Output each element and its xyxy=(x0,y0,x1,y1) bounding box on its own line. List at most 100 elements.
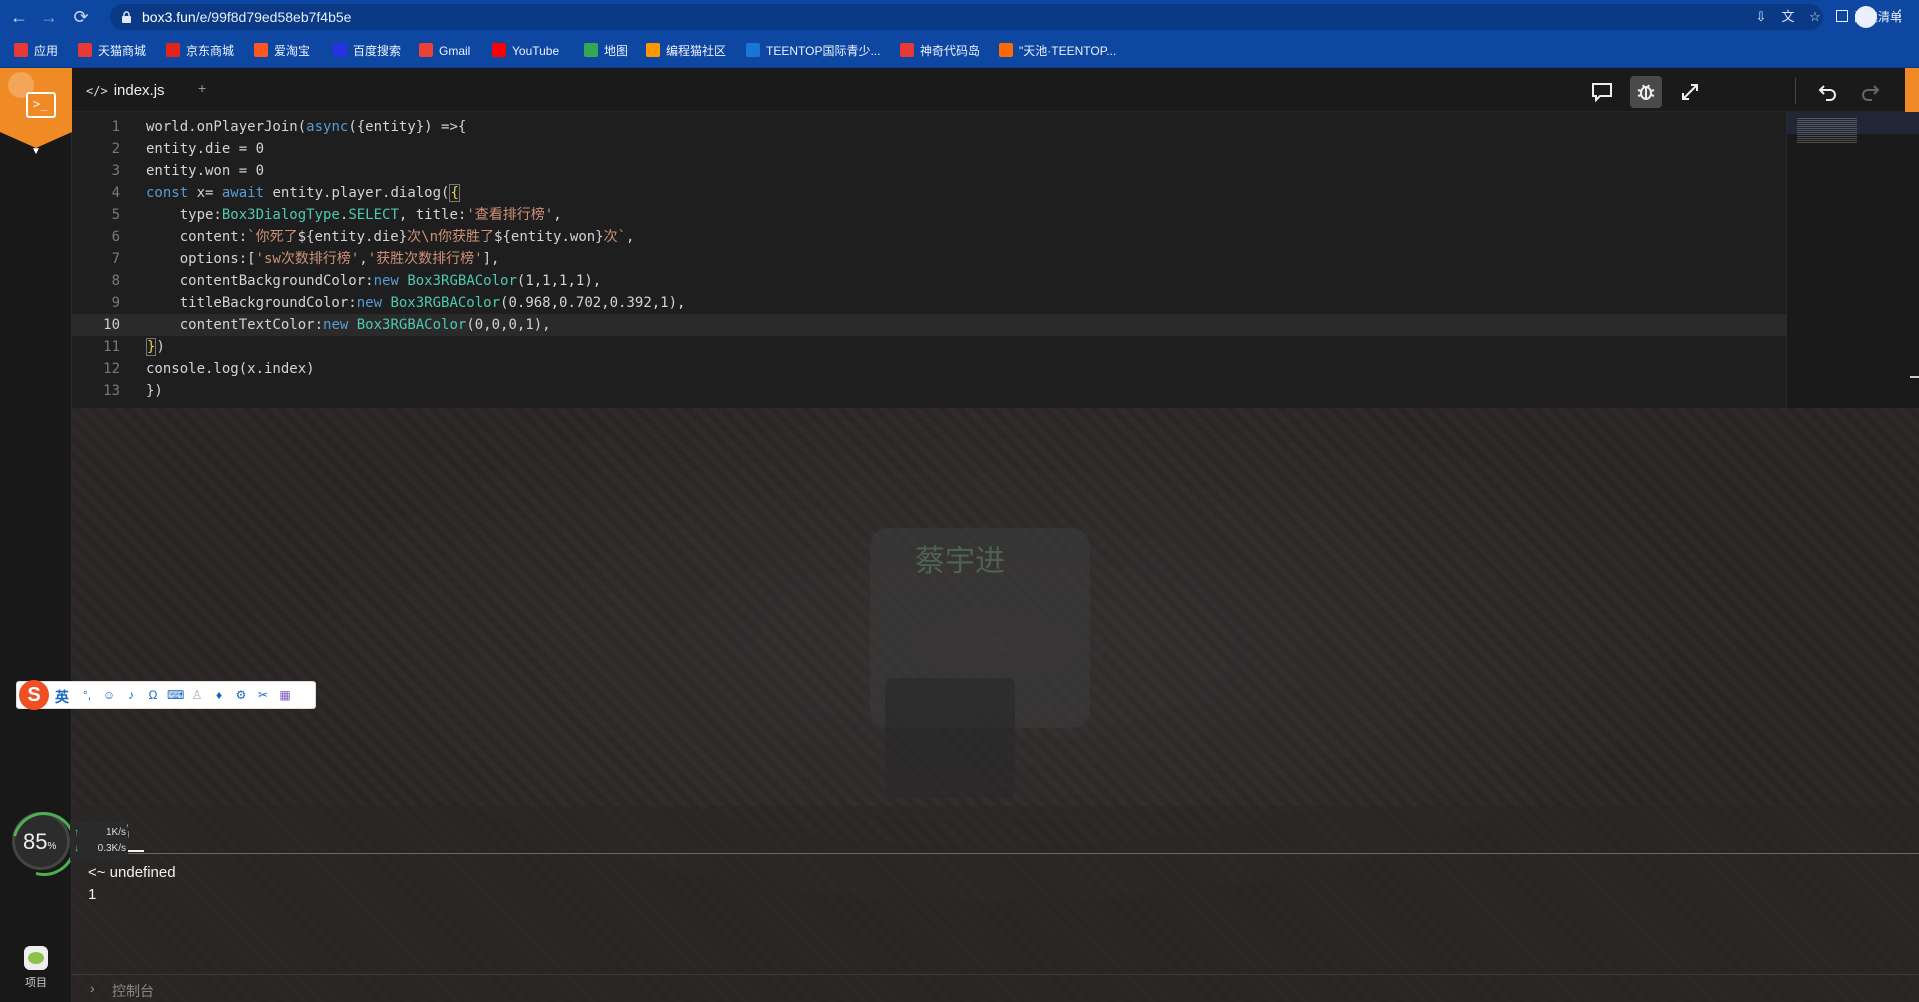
tmall-icon xyxy=(78,43,92,57)
lock-icon xyxy=(122,11,131,23)
console-bar[interactable]: › 控制台 xyxy=(72,974,1919,1002)
minimap-content xyxy=(1797,118,1857,144)
bookmark-item[interactable]: 应用 xyxy=(14,42,58,60)
install-app-icon[interactable]: ⇩ xyxy=(1753,9,1769,25)
undo-icon[interactable] xyxy=(1812,76,1844,108)
code-token: entity.won = 0 xyxy=(146,163,265,179)
punctuation-icon[interactable]: °, xyxy=(79,687,95,703)
reload-icon[interactable]: ⟳ xyxy=(70,6,92,28)
code-text: contentTextColor:new Box3RGBAColor(0,0,0… xyxy=(146,314,551,336)
code-text: }) xyxy=(146,380,163,402)
bookmark-item[interactable]: TEENTOP国际青少... xyxy=(746,42,880,60)
keyboard-icon[interactable]: ⌨ xyxy=(167,687,184,703)
bookmark-label: 百度搜索 xyxy=(353,44,402,58)
code-line[interactable]: 13}) xyxy=(72,380,1786,402)
code-token: new xyxy=(323,317,349,333)
code-text: type:Box3DialogType.SELECT, title:'查看排行榜… xyxy=(146,204,562,226)
tab-index-js[interactable]: </> index.js xyxy=(86,78,165,104)
line-number: 12 xyxy=(103,361,120,377)
url-text: box3.fun/e/99f8d79ed58eb7f4b5e xyxy=(142,9,352,25)
code-token: console.log(x.index) xyxy=(146,361,315,377)
project-button[interactable]: 项目 xyxy=(14,946,58,996)
toolbar-divider xyxy=(1795,78,1796,104)
address-bar[interactable]: box3.fun/e/99f8d79ed58eb7f4b5e ⇩ 文 ☆ xyxy=(110,4,1823,30)
forward-arrow-icon[interactable]: → xyxy=(38,6,60,28)
code-text: console.log(x.index) xyxy=(146,358,315,380)
tab-label: index.js xyxy=(113,82,165,99)
caret-down-icon[interactable]: ▼ xyxy=(31,146,41,157)
pause-icon[interactable] xyxy=(1905,68,1919,112)
teentop-icon xyxy=(746,43,760,57)
chevron-right-icon[interactable]: › xyxy=(90,980,95,996)
code-line[interactable]: 9 titleBackgroundColor:new Box3RGBAColor… xyxy=(72,292,1786,314)
code-token: Box3RGBAColor xyxy=(407,273,517,289)
bookmark-item[interactable]: 地图 xyxy=(584,42,628,60)
bookmark-item[interactable]: "天池·TEENTOP... xyxy=(999,42,1116,60)
line-number: 8 xyxy=(111,273,120,289)
line-number: 10 xyxy=(103,317,120,333)
code-text: content:`你死了${entity.die}次\n你获胜了${entity… xyxy=(146,226,635,248)
translate-icon[interactable]: 文 xyxy=(1780,9,1796,25)
redo-icon[interactable] xyxy=(1854,76,1886,108)
code-line[interactable]: 10 contentTextColor:new Box3RGBAColor(0,… xyxy=(72,314,1786,336)
bookmark-item[interactable]: 爱淘宝 xyxy=(254,42,310,60)
code-line[interactable]: 11}) xyxy=(72,336,1786,358)
add-tab-button[interactable]: + xyxy=(198,80,206,96)
code-editor[interactable]: 1 world.onPlayerJoin(async({entity}) =>{2… xyxy=(72,112,1786,408)
skin-shirt-icon[interactable]: ♦ xyxy=(211,687,227,703)
bookmark-item[interactable]: 京东商城 xyxy=(166,42,234,60)
code-token: `你死了 xyxy=(247,229,298,245)
bookmark-item[interactable]: 百度搜索 xyxy=(333,42,401,60)
code-line[interactable]: 6 content:`你死了${entity.die}次\n你获胜了${enti… xyxy=(72,226,1786,248)
emoji-icon[interactable]: ☺ xyxy=(101,687,117,703)
back-arrow-icon[interactable]: ← xyxy=(8,6,30,28)
user-icon[interactable]: ♙ xyxy=(189,687,205,703)
code-token: Box3RGBAColor xyxy=(390,295,501,311)
code-line[interactable]: 2 entity.die = 0 xyxy=(72,138,1786,160)
bookmark-item[interactable]: 天猫商城 xyxy=(78,42,146,60)
code-line[interactable]: 3 entity.won = 0 xyxy=(72,160,1786,182)
bookmark-label: 地图 xyxy=(604,44,629,58)
bookmark-label: 神奇代码岛 xyxy=(920,44,981,58)
ime-toolbar[interactable]: S 英 °, ☺ ♪ Ω ⌨ ♙ ♦ ⚙ ✂ ▦ xyxy=(16,680,316,710)
comment-icon[interactable] xyxy=(1586,76,1618,108)
reading-list-label: 阅读清单 xyxy=(1854,10,1903,24)
code-line[interactable]: 8 contentBackgroundColor:new Box3RGBACol… xyxy=(72,270,1786,292)
bookmark-label: YouTube xyxy=(512,44,560,58)
network-speed-panel: ↑ 1K/s ↓ 0.3K/s xyxy=(70,821,128,861)
script-icon[interactable]: >_ xyxy=(26,92,56,118)
code-line[interactable]: 1 world.onPlayerJoin(async({entity}) =>{ xyxy=(72,116,1786,138)
scissors-icon[interactable]: ✂ xyxy=(255,687,271,703)
editor-tabbar: </> index.js + xyxy=(72,68,1919,112)
code-token: type: xyxy=(146,207,222,223)
code-line[interactable]: 12 console.log(x.index) xyxy=(72,358,1786,380)
star-bookmark-icon[interactable]: ☆ xyxy=(1807,9,1823,25)
editor-minimap[interactable] xyxy=(1786,112,1919,408)
code-text: contentBackgroundColor:new Box3RGBAColor… xyxy=(146,270,601,292)
scrollbar-marker[interactable] xyxy=(1910,376,1919,378)
tools-icon[interactable]: ⚙ xyxy=(233,687,249,703)
bookmark-item[interactable]: Gmail xyxy=(419,42,470,60)
browser-toolbar: ← → ⟳ box3.fun/e/99f8d79ed58eb7f4b5e ⇩ 文… xyxy=(0,0,1919,34)
sogou-logo-icon[interactable]: S xyxy=(19,680,49,710)
code-token: titleBackgroundColor: xyxy=(146,295,357,311)
baidu-icon xyxy=(333,43,347,57)
code-token: ) xyxy=(156,339,165,355)
ime-mode-toggle[interactable]: 英 xyxy=(55,687,69,707)
output-line: 1 xyxy=(88,886,97,903)
code-line[interactable]: 7 options:['sw次数排行榜','获胜次数排行榜'], xyxy=(72,248,1786,270)
code-line[interactable]: 5 type:Box3DialogType.SELECT, title:'查看排… xyxy=(72,204,1786,226)
expand-icon[interactable] xyxy=(1674,76,1706,108)
symbol-icon[interactable]: Ω xyxy=(145,687,161,703)
code-line[interactable]: 4 const x= await entity.player.dialog({ xyxy=(72,182,1786,204)
apps-icon[interactable]: ▦ xyxy=(277,687,293,703)
reading-list-button[interactable]: 阅读清单 xyxy=(1836,8,1902,26)
microphone-icon[interactable]: ♪ xyxy=(123,687,139,703)
bookmark-item[interactable]: 编程猫社区 xyxy=(646,42,726,60)
network-speed-widget[interactable]: 85% xyxy=(12,812,70,870)
output-panel: 输出 <~ undefined 1 › 控制台 xyxy=(72,806,1919,1002)
bookmark-item[interactable]: 神奇代码岛 xyxy=(900,42,980,60)
scene-sign-text: 蔡宇进 xyxy=(915,545,1005,578)
bookmark-item[interactable]: YouTube xyxy=(492,42,559,60)
debug-bug-icon[interactable] xyxy=(1630,76,1662,108)
